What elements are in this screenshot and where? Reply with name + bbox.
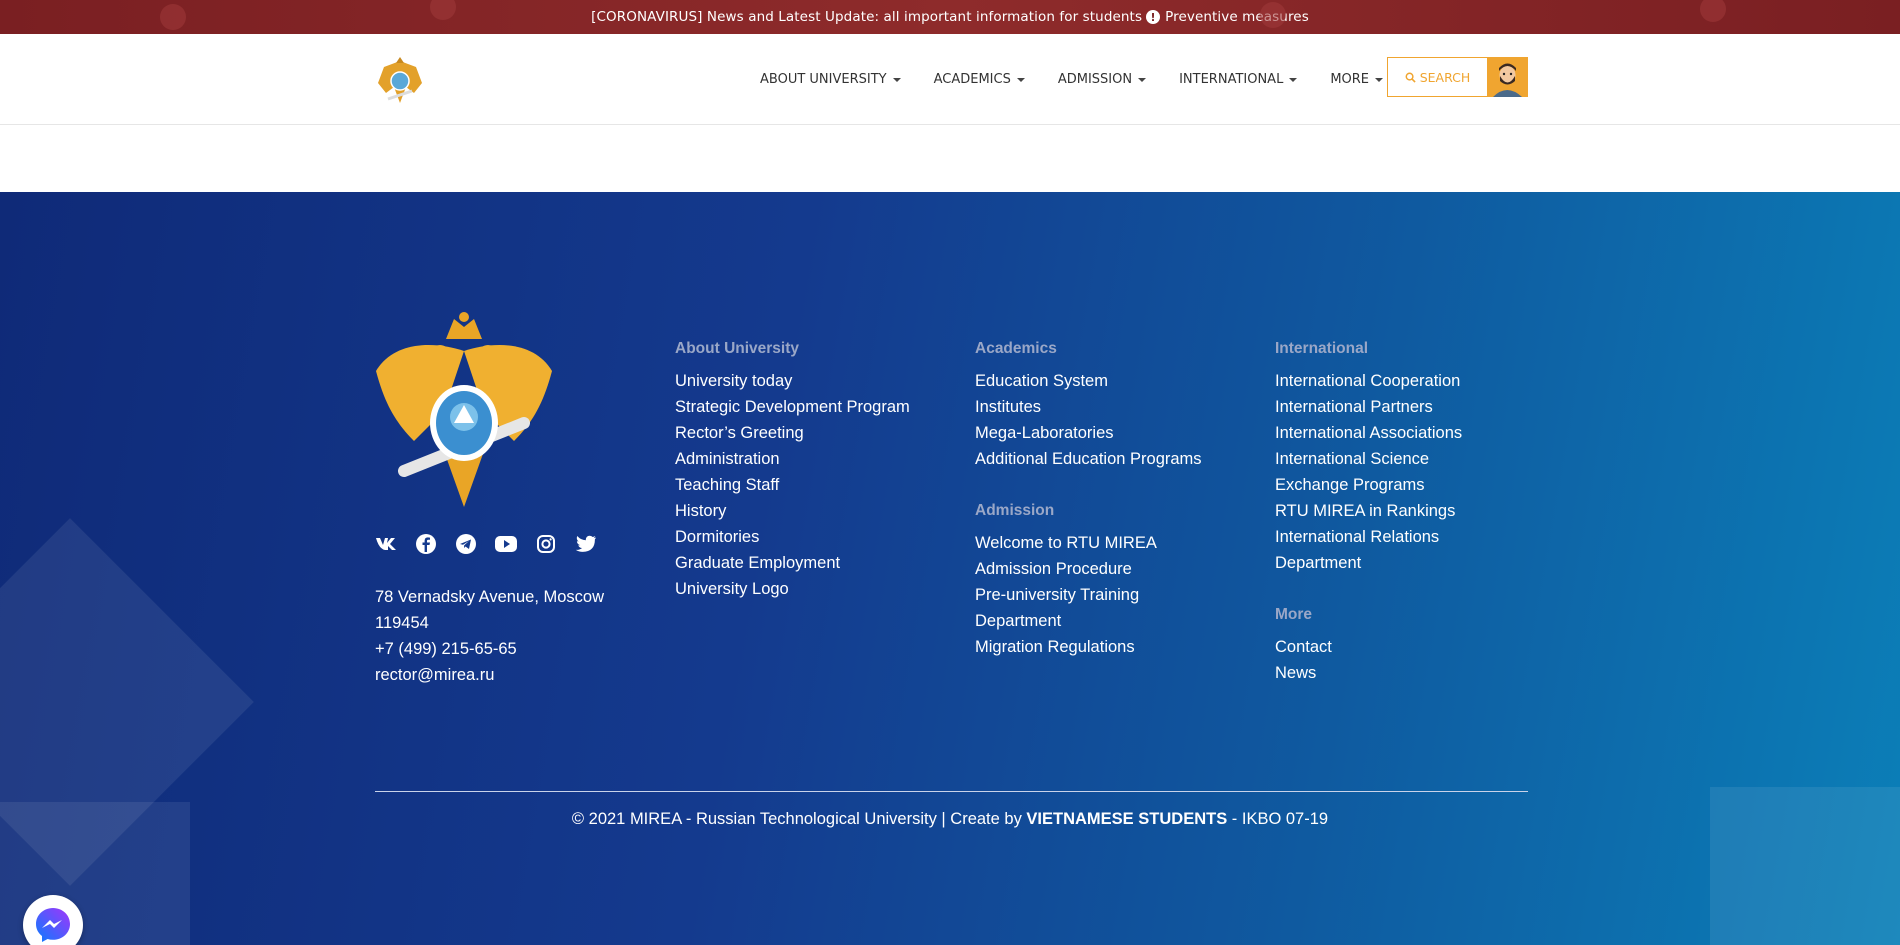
preventive-measures-link[interactable]: Preventive measures [1165,9,1309,25]
virus-decoration [1260,2,1286,28]
footer-link[interactable]: Department [1275,550,1545,576]
announcement-bar: [CORONAVIRUS] News and Latest Update: al… [0,0,1900,34]
footer-link[interactable]: Graduate Employment [675,550,945,576]
social-links [374,532,614,556]
footer-column-international: International International Cooperation … [1275,340,1545,686]
address-line-1: 78 Vernadsky Avenue, Moscow [375,588,605,606]
footer-heading-international: International [1275,340,1369,357]
caret-down-icon [1138,77,1147,82]
footer-group-more: More Contact News [1275,606,1545,686]
nav-label: ABOUT UNIVERSITY [760,72,887,87]
footer-link[interactable]: Education System [975,368,1245,394]
footer-link[interactable]: Institutes [975,394,1245,420]
footer-link[interactable]: Exchange Programs [1275,472,1545,498]
caret-down-icon [1289,77,1298,82]
university-emblem [376,312,552,507]
footer-link[interactable]: Mega-Laboratories [975,420,1245,446]
footer-link[interactable]: Additional Education Programs [975,446,1245,472]
site-header: ABOUT UNIVERSITY ACADEMICS ADMISSION INT… [0,34,1900,125]
nav-label: ADMISSION [1057,72,1133,87]
footer-link[interactable]: International Cooperation [1275,368,1545,394]
footer-link[interactable]: Rector’s Greeting [675,420,945,446]
instagram-icon[interactable] [534,532,558,556]
footer-link[interactable]: Pre-university Training [975,582,1245,608]
nav-admission[interactable]: ADMISSION [1057,72,1147,87]
footer-link[interactable]: University today [675,368,945,394]
virus-decoration [1700,0,1726,22]
caret-down-icon [1016,77,1025,82]
footer-link[interactable]: Administration [675,446,945,472]
footer-link[interactable]: International Associations [1275,420,1545,446]
nav-academics[interactable]: ACADEMICS [934,72,1025,87]
phone-number[interactable]: +7 (499) 215-65-65 [375,636,604,662]
footer-link[interactable]: Strategic Development Program [675,394,945,420]
footer-link[interactable]: Department [975,608,1245,634]
contact-info: 78 Vernadsky Avenue, Moscow 119454 +7 (4… [375,584,604,688]
twitter-icon[interactable] [574,532,598,556]
caret-down-icon [892,77,901,82]
search-label: SEARCH [1419,69,1471,85]
footer-link[interactable]: Teaching Staff [675,472,945,498]
footer-column-about: About University University today Strate… [675,340,945,602]
footer-link[interactable]: International Relations [1275,524,1545,550]
footer-column-academics: Academics Education System Institutes Me… [975,340,1245,660]
nav-label: ACADEMICS [933,72,1011,87]
nav-label: MORE [1330,72,1370,87]
footer-link[interactable]: Admission Procedure [975,556,1245,582]
footer-link[interactable]: RTU MIREA in Rankings [1275,498,1545,524]
exclamation-icon: ! [1146,10,1161,24]
footer-link[interactable]: Welcome to RTU MIREA [975,530,1245,556]
footer-link[interactable]: International Partners [1275,394,1545,420]
footer-link[interactable]: University Logo [675,576,945,602]
email-address[interactable]: rector@mirea.ru [375,662,604,688]
footer-link[interactable]: International Science [1275,446,1545,472]
telegram-icon[interactable] [454,532,478,556]
nav-label: INTERNATIONAL [1179,72,1284,87]
footer-link[interactable]: Dormitories [675,524,945,550]
footer-link[interactable]: News [1275,660,1545,686]
avatar[interactable] [1487,57,1528,97]
messenger-icon [36,908,70,942]
announcement-text[interactable]: [CORONAVIRUS] News and Latest Update: al… [591,9,1142,25]
user-avatar-icon [1487,57,1528,97]
footer-link[interactable]: History [675,498,945,524]
footer-group-admission: Admission Welcome to RTU MIREA Admission… [975,502,1245,660]
address-line-2: 119454 [375,614,429,632]
copyright-suffix: - IKBO 07-19 [1227,810,1329,828]
university-logo[interactable] [374,53,426,109]
footer-heading-more: More [1275,606,1313,623]
youtube-icon[interactable] [494,532,518,556]
copyright-credit[interactable]: VIETNAMESE STUDENTS [1026,810,1227,828]
nav-about-university[interactable]: ABOUT UNIVERSITY [760,72,901,87]
copyright: © 2021 MIREA - Russian Technological Uni… [0,810,1900,829]
virus-decoration [160,4,186,30]
site-footer: 78 Vernadsky Avenue, Moscow 119454 +7 (4… [0,192,1900,945]
facebook-icon[interactable] [414,532,438,556]
nav-more[interactable]: MORE [1330,72,1384,87]
nav-international[interactable]: INTERNATIONAL [1179,72,1298,87]
copyright-text: © 2021 MIREA - Russian Technological Uni… [571,810,1027,828]
footer-heading-about: About University [675,340,800,357]
footer-heading-academics: Academics [975,340,1057,357]
footer-link[interactable]: Contact [1275,634,1545,660]
main-nav: ABOUT UNIVERSITY ACADEMICS ADMISSION INT… [760,34,1416,125]
vk-icon[interactable] [374,532,398,556]
footer-heading-admission: Admission [975,502,1055,519]
virus-decoration [430,0,456,20]
footer-link[interactable]: Migration Regulations [975,634,1245,660]
search-icon [1405,72,1416,83]
search-button[interactable]: SEARCH [1387,57,1488,97]
caret-down-icon [1375,77,1384,82]
footer-divider [375,791,1528,792]
